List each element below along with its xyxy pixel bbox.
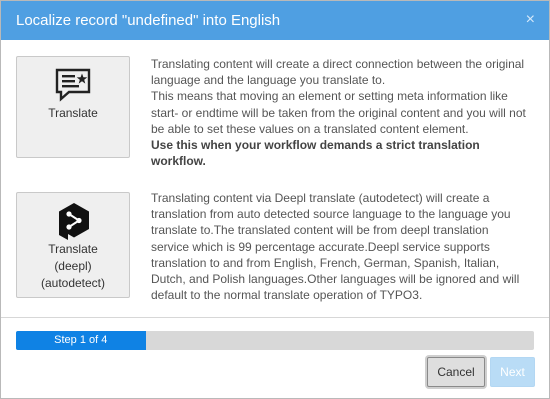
progress-fill: Step 1 of 4 — [16, 331, 146, 350]
translate-description: Translating content will create a direct… — [151, 56, 526, 169]
wizard-progress-bar: Step 1 of 4 — [16, 331, 534, 350]
close-icon[interactable]: × — [526, 11, 535, 29]
next-button[interactable]: Next — [490, 357, 535, 387]
translate-chat-icon — [55, 68, 91, 102]
dialog-footer: Step 1 of 4 Cancel Next — [1, 317, 549, 398]
translate-button[interactable]: Translate — [16, 56, 130, 158]
translate-deepl-button-label: Translate (deepl) (autodetect) — [40, 242, 106, 290]
translate-description-text: Translating content will create a direct… — [151, 57, 526, 136]
translate-deepl-description: Translating content via Deepl translate … — [151, 191, 520, 303]
deepl-logo-icon — [59, 203, 89, 240]
localize-dialog: Localize record "undefined" into English… — [0, 0, 550, 399]
cancel-button[interactable]: Cancel — [427, 357, 485, 387]
dialog-header: Localize record "undefined" into English… — [1, 1, 549, 40]
dialog-title: Localize record "undefined" into English — [16, 12, 281, 29]
translate-button-label: Translate — [48, 106, 98, 120]
translate-description-emphasis: Use this when your workflow demands a st… — [151, 138, 480, 169]
dialog-body: Translate Translating content will creat… — [1, 40, 549, 317]
translate-deepl-button[interactable]: Translate (deepl) (autodetect) — [16, 192, 130, 298]
